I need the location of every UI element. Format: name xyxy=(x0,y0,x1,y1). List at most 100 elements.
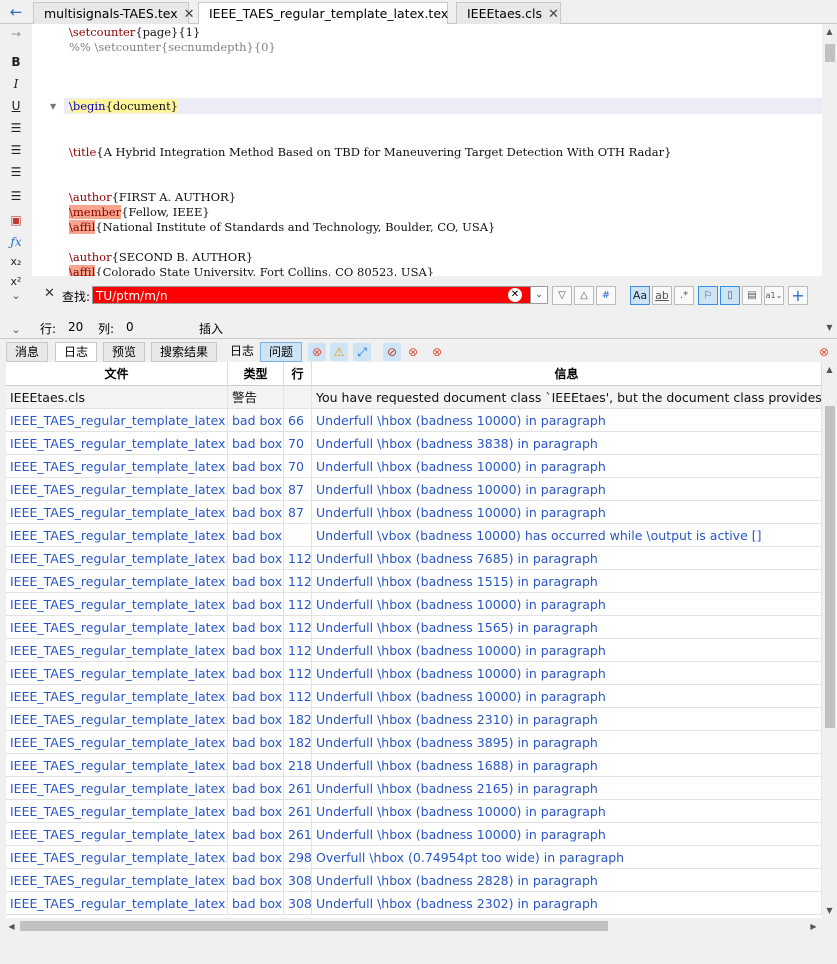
error-filter-icon[interactable]: ⊗ xyxy=(308,343,326,361)
find-next-icon[interactable]: ▽ xyxy=(552,286,572,305)
math-fx-button[interactable]: ƒx xyxy=(0,232,32,252)
align-center-icon[interactable]: ☰ xyxy=(0,140,32,160)
table-row[interactable]: IEEE_TAES_regular_template_latex.tex bad … xyxy=(6,570,822,593)
tab-log[interactable]: 日志 xyxy=(55,342,98,362)
align-right-icon[interactable]: ☰ xyxy=(0,162,32,182)
italic-button[interactable]: I xyxy=(0,74,32,94)
table-row[interactable]: IEEE_TAES_regular_template_latex.tex bad … xyxy=(6,685,822,708)
cell-file: IEEE_TAES_regular_template_latex.tex xyxy=(6,639,228,662)
scroll-thumb[interactable] xyxy=(825,44,835,62)
table-row[interactable]: IEEE_TAES_regular_template_latex.tex bad … xyxy=(6,455,822,478)
fold-arrow-icon[interactable]: ▼ xyxy=(50,102,56,111)
cell-line: 218 xyxy=(284,754,312,777)
tab-messages[interactable]: 消息 xyxy=(6,342,49,362)
tab-multisignals[interactable]: multisignals-TAES.tex ✕ xyxy=(33,2,195,24)
table-row[interactable]: IEEE_TAES_regular_template_latex.tex bad … xyxy=(6,478,822,501)
underline-button[interactable]: U xyxy=(0,96,32,116)
scroll-right-icon[interactable]: ▶ xyxy=(806,919,821,934)
find-all-icon[interactable]: # xyxy=(596,286,616,305)
table-row[interactable]: IEEE_TAES_regular_template_latex.tex bad … xyxy=(6,823,822,846)
table-row[interactable]: IEEEtaes.cls 警告 You have requested documen… xyxy=(6,386,822,409)
tab-ieee-template[interactable]: IEEE_TAES_regular_template_latex.tex✕ xyxy=(198,2,465,25)
scroll-thumb[interactable] xyxy=(825,406,835,728)
insert-doc-icon[interactable]: ▣ xyxy=(0,210,32,230)
table-row[interactable]: IEEE_TAES_regular_template_latex.tex bad … xyxy=(6,777,822,800)
align-left-icon[interactable]: ☰ xyxy=(0,118,32,138)
table-row[interactable]: IEEE_TAES_regular_template_latex.tex bad … xyxy=(6,754,822,777)
table-row[interactable]: IEEE_TAES_regular_template_latex.tex bad … xyxy=(6,662,822,685)
tab-issues[interactable]: 问题 xyxy=(260,342,303,362)
table-row[interactable]: IEEE_TAES_regular_template_latex.tex bad … xyxy=(6,593,822,616)
scroll-up-icon[interactable]: ▲ xyxy=(822,362,837,377)
col-header-line[interactable]: 行 xyxy=(284,362,312,386)
tab-ieeetaes-cls[interactable]: IEEEtaes.cls ✕ xyxy=(456,2,561,24)
find-previous-icon[interactable]: △ xyxy=(574,286,594,305)
more-arrow-icon[interactable]: ⌄ xyxy=(0,286,32,306)
cell-info: Underfull \hbox (badness 10000) in parag… xyxy=(312,593,822,616)
close-find-icon[interactable]: ✕ xyxy=(44,286,55,301)
add-replace-icon[interactable]: + xyxy=(788,286,808,305)
cell-line: 182 xyxy=(284,708,312,731)
badbox-filter-icon[interactable]: ⤢ xyxy=(353,343,371,361)
whole-word-button[interactable]: ab xyxy=(652,286,672,305)
back-arrow-icon[interactable]: ← xyxy=(0,2,32,22)
table-horizontal-scrollbar[interactable]: ◀ ▶ xyxy=(0,918,822,934)
table-row[interactable]: IEEE_TAES_regular_template_latex.tex bad … xyxy=(6,869,822,892)
cell-info: Underfull \hbox (badness 10000) in parag… xyxy=(312,455,822,478)
scroll-down-icon[interactable]: ▼ xyxy=(822,903,837,918)
clear-find-icon[interactable]: ✕ xyxy=(508,288,522,302)
options-dropdown-icon[interactable]: a1⌄ xyxy=(764,286,784,305)
table-row[interactable]: IEEE_TAES_regular_template_latex.tex bad … xyxy=(6,616,822,639)
justify-icon[interactable]: ☰ xyxy=(0,186,32,206)
in-selection-icon[interactable]: ⚐ xyxy=(698,286,718,305)
bold-button[interactable]: B xyxy=(0,52,32,72)
col-header-file[interactable]: 文件 xyxy=(6,362,228,386)
highlight-icon[interactable]: ▯ xyxy=(720,286,740,305)
code-editor[interactable]: ▼ \setcounter{page}{1} %% \setcounter{se… xyxy=(32,24,822,276)
table-row[interactable]: IEEE_TAES_regular_template_latex.tex bad … xyxy=(6,524,822,547)
close-icon[interactable]: ✕ xyxy=(184,4,195,25)
tab-preview[interactable]: 预览 xyxy=(103,342,146,362)
close-panel-icon[interactable]: ⊗ xyxy=(815,343,833,361)
scroll-thumb[interactable] xyxy=(20,921,608,931)
close-icon[interactable]: ✕ xyxy=(548,4,559,25)
clear-errors-icon[interactable]: ⊗ xyxy=(428,343,446,361)
tab-search-results[interactable]: 搜索结果 xyxy=(151,342,218,362)
cell-type: bad box xyxy=(228,432,284,455)
cell-type: bad box xyxy=(228,478,284,501)
editor-scrollbar[interactable]: ▲ ▼ xyxy=(822,24,837,336)
table-row[interactable]: IEEE_TAES_regular_template_latex.tex bad … xyxy=(6,892,822,915)
expand-chevron-icon[interactable]: ⌄ xyxy=(0,320,32,340)
forward-arrow-icon[interactable]: → xyxy=(0,24,32,44)
match-case-button[interactable]: Aa xyxy=(630,286,650,305)
regex-button[interactable]: .* xyxy=(674,286,694,305)
replace-doc-icon[interactable]: ▤ xyxy=(742,286,762,305)
find-input[interactable]: TU/ptm/m/n xyxy=(92,286,548,304)
table-row[interactable]: IEEE_TAES_regular_template_latex.tex bad … xyxy=(6,731,822,754)
scroll-left-icon[interactable]: ◀ xyxy=(4,919,19,934)
table-row[interactable]: IEEE_TAES_regular_template_latex.tex bad … xyxy=(6,800,822,823)
table-row[interactable]: IEEE_TAES_regular_template_latex.tex bad … xyxy=(6,501,822,524)
table-vertical-scrollbar[interactable]: ▲ ▼ xyxy=(822,362,837,918)
scroll-down-icon[interactable]: ▼ xyxy=(822,320,837,335)
col-header-info[interactable]: 信息 xyxy=(312,362,822,386)
find-history-dropdown[interactable]: ⌄ xyxy=(530,286,548,304)
cell-info: Underfull \hbox (badness 3838) in paragr… xyxy=(312,432,822,455)
code-line: \begin{document} xyxy=(69,99,179,113)
cell-info: Underfull \hbox (badness 1688) in paragr… xyxy=(312,754,822,777)
table-row[interactable]: IEEE_TAES_regular_template_latex.tex bad … xyxy=(6,639,822,662)
cell-file: IEEE_TAES_regular_template_latex.tex xyxy=(6,869,228,892)
subscript-button[interactable]: x₂ xyxy=(0,252,32,272)
table-row[interactable]: IEEE_TAES_regular_template_latex.tex bad … xyxy=(6,547,822,570)
table-row[interactable]: IEEE_TAES_regular_template_latex.tex bad … xyxy=(6,708,822,731)
next-error-icon[interactable]: ⊗ xyxy=(404,343,422,361)
col-header-type[interactable]: 类型 xyxy=(228,362,284,386)
cell-type: bad box xyxy=(228,524,284,547)
table-row[interactable]: IEEE_TAES_regular_template_latex.tex bad … xyxy=(6,846,822,869)
prev-error-icon[interactable]: ⊘ xyxy=(383,343,401,361)
scroll-up-icon[interactable]: ▲ xyxy=(822,24,837,39)
table-row[interactable]: IEEE_TAES_regular_template_latex.tex bad … xyxy=(6,432,822,455)
tab-sub-log[interactable]: 日志 xyxy=(222,342,262,362)
table-row[interactable]: IEEE_TAES_regular_template_latex.tex bad … xyxy=(6,409,822,432)
warning-filter-icon[interactable]: ⚠ xyxy=(330,343,348,361)
